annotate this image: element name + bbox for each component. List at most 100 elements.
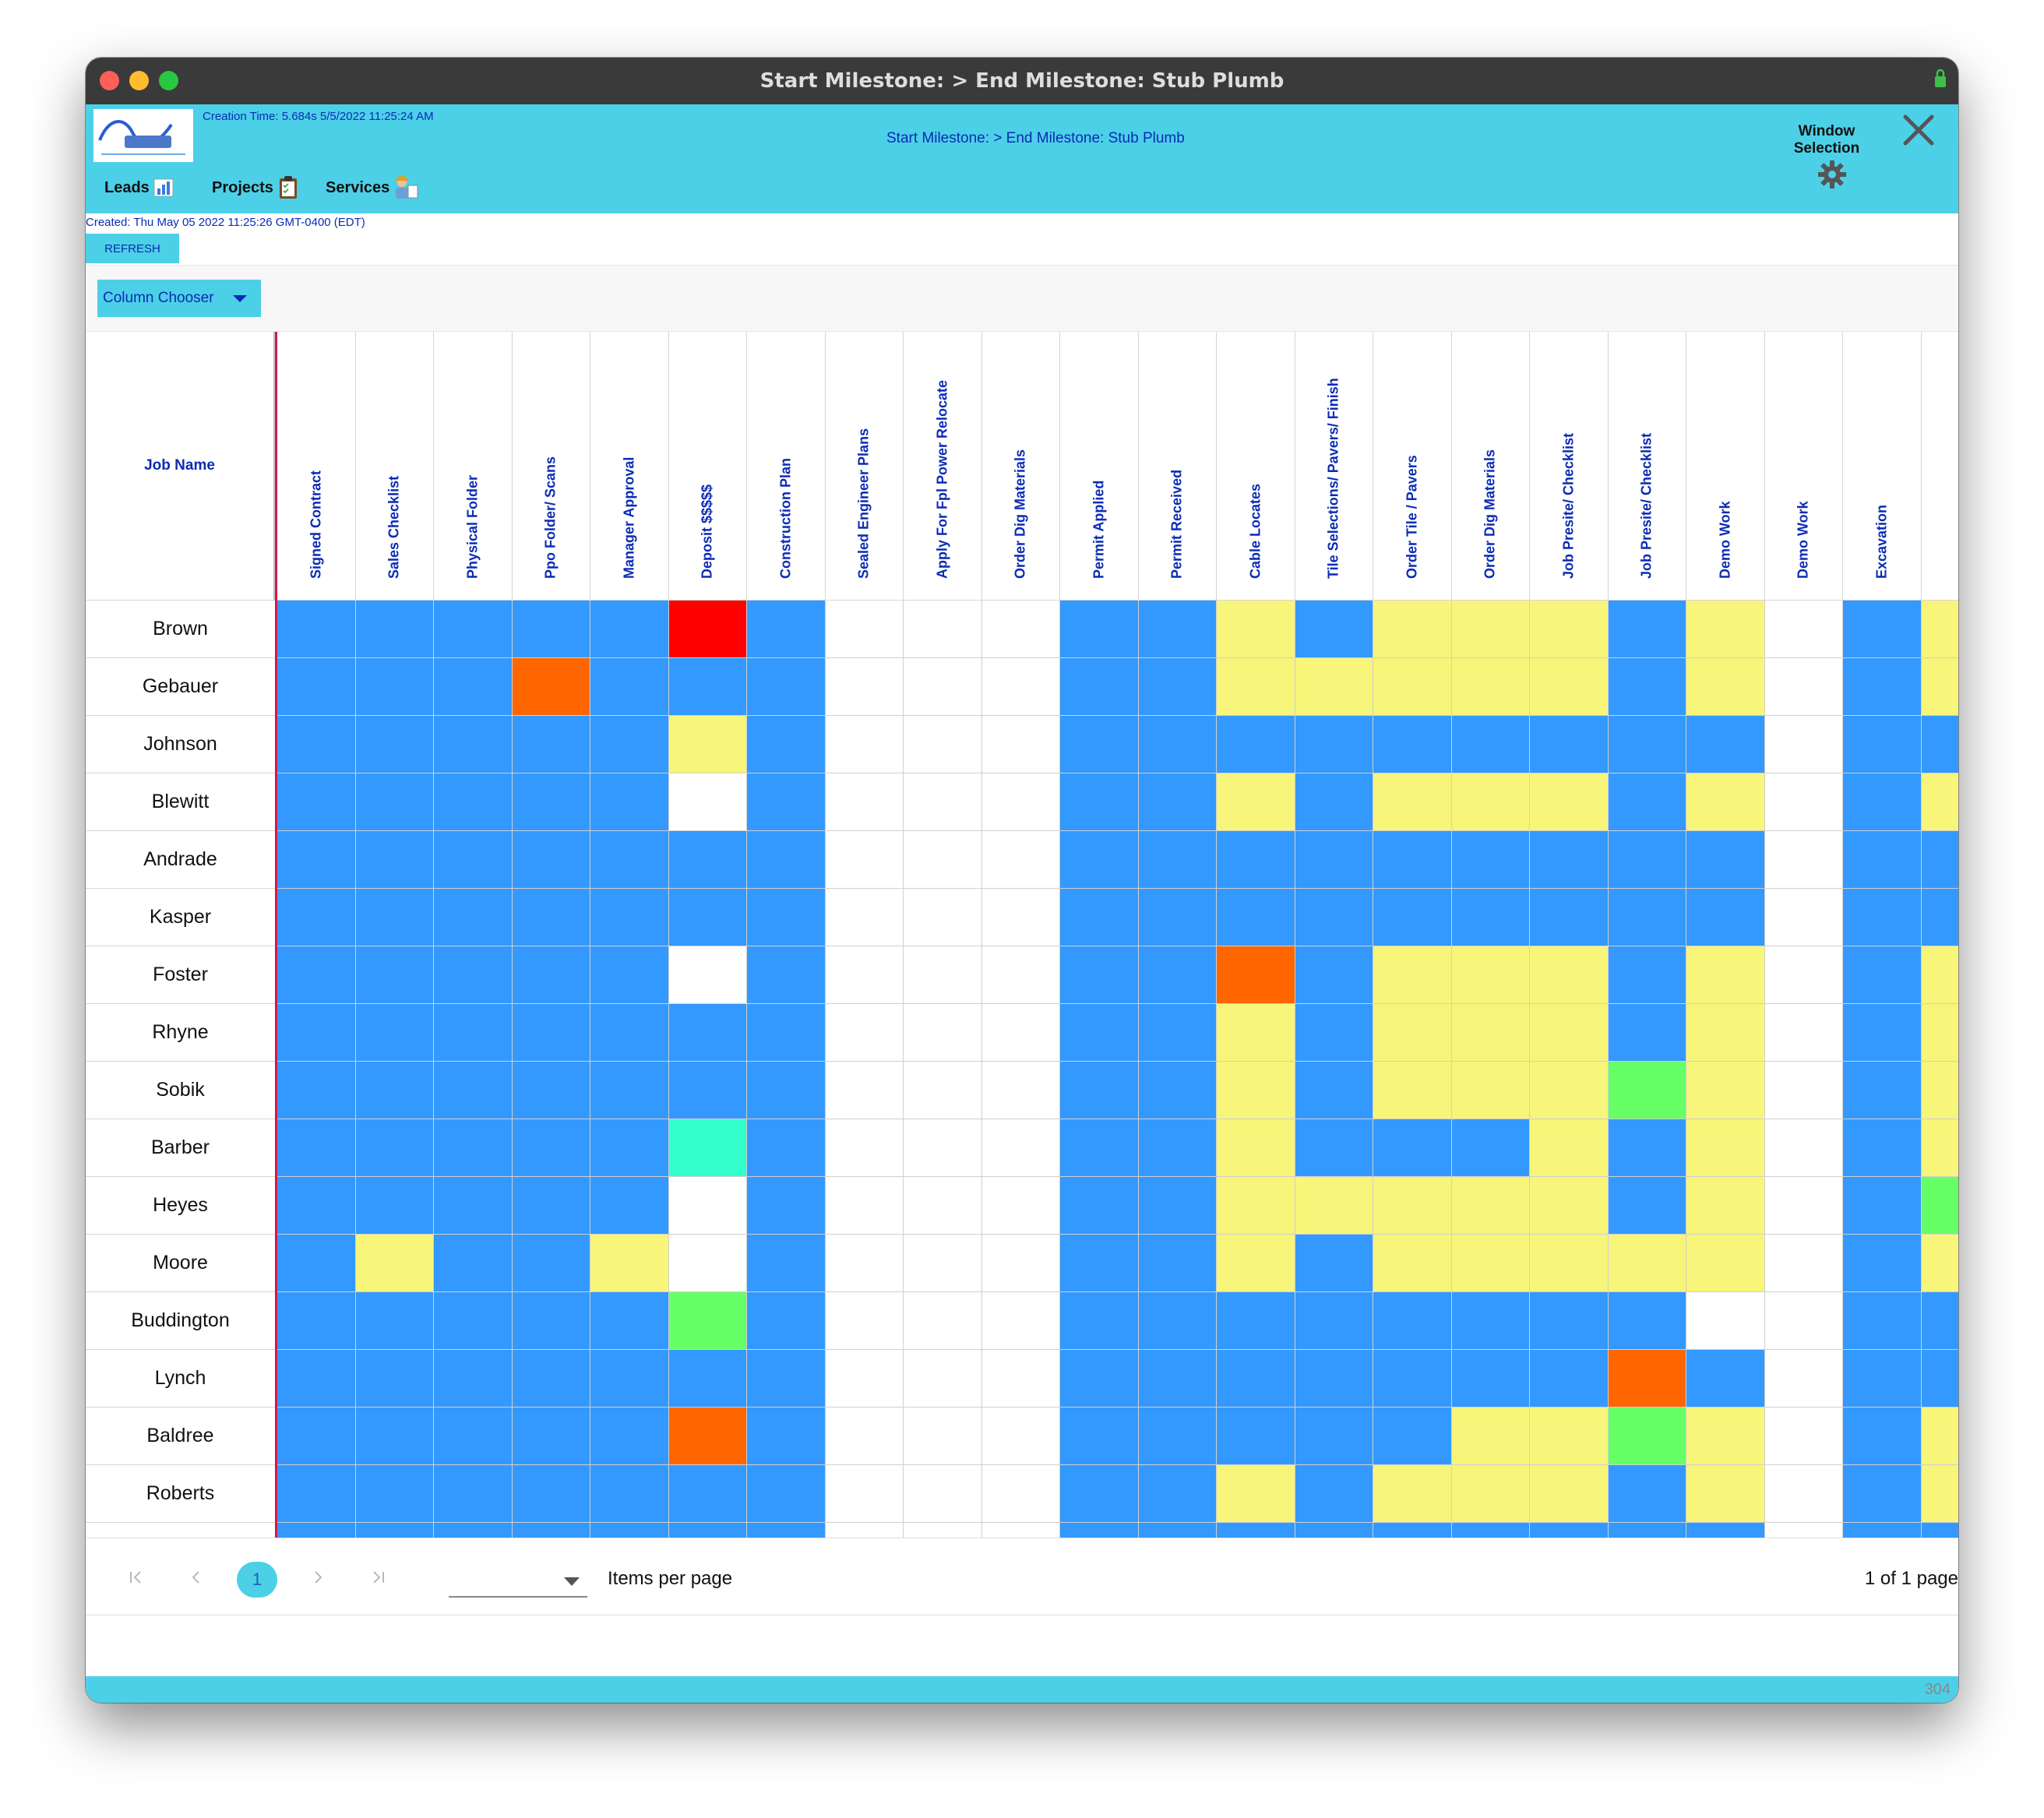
- milestone-status-cell[interactable]: [1060, 1292, 1139, 1350]
- milestone-status-cell[interactable]: [668, 601, 747, 658]
- milestone-status-cell[interactable]: [825, 601, 904, 658]
- job-name-cell[interactable]: Barber: [86, 1119, 275, 1177]
- milestone-status-cell[interactable]: [1451, 716, 1530, 773]
- milestone-status-cell[interactable]: [1530, 1292, 1609, 1350]
- milestone-status-cell[interactable]: [668, 1119, 747, 1177]
- milestone-status-cell[interactable]: [512, 601, 590, 658]
- milestone-status-cell[interactable]: [1451, 1177, 1530, 1235]
- milestone-status-cell[interactable]: [355, 601, 434, 658]
- milestone-status-cell[interactable]: [1373, 716, 1452, 773]
- job-name-cell[interactable]: Brown: [86, 601, 275, 658]
- milestone-status-cell[interactable]: [1217, 1408, 1295, 1465]
- milestone-status-cell[interactable]: [1373, 1119, 1452, 1177]
- milestone-status-cell[interactable]: [1217, 601, 1295, 658]
- job-name-cell[interactable]: Sobik: [86, 1062, 275, 1119]
- milestone-status-cell[interactable]: [590, 1177, 669, 1235]
- milestone-status-cell[interactable]: [1530, 716, 1609, 773]
- milestone-status-cell[interactable]: [1217, 1004, 1295, 1062]
- milestone-status-cell[interactable]: [434, 831, 513, 889]
- milestone-status-cell[interactable]: [355, 716, 434, 773]
- minimize-window-button[interactable]: [129, 71, 149, 90]
- maximize-window-button[interactable]: [159, 71, 178, 90]
- milestone-status-cell[interactable]: [1764, 831, 1843, 889]
- milestone-status-cell[interactable]: [1217, 889, 1295, 946]
- milestone-status-cell[interactable]: [747, 1004, 826, 1062]
- milestone-status-cell[interactable]: [590, 946, 669, 1004]
- milestone-status-cell[interactable]: [355, 1350, 434, 1408]
- milestone-status-cell[interactable]: [1060, 601, 1139, 658]
- job-name-cell[interactable]: Baldree: [86, 1408, 275, 1465]
- milestone-status-cell[interactable]: [1060, 1465, 1139, 1523]
- milestone-status-cell[interactable]: [1451, 946, 1530, 1004]
- milestone-status-cell[interactable]: [1295, 716, 1373, 773]
- milestone-status-cell[interactable]: [1921, 1062, 1958, 1119]
- milestone-status-cell[interactable]: [825, 1062, 904, 1119]
- milestone-status-cell[interactable]: [747, 1177, 826, 1235]
- milestone-status-cell[interactable]: [1843, 1523, 1922, 1538]
- milestone-status-cell[interactable]: [590, 1004, 669, 1062]
- page-button-current[interactable]: 1: [237, 1562, 277, 1598]
- milestone-status-cell[interactable]: [1843, 1408, 1922, 1465]
- milestone-status-cell[interactable]: [1608, 601, 1686, 658]
- milestone-status-cell[interactable]: [1843, 658, 1922, 716]
- milestone-status-cell[interactable]: [981, 831, 1060, 889]
- milestone-status-cell[interactable]: [512, 1350, 590, 1408]
- milestone-status-cell[interactable]: [668, 1235, 747, 1292]
- milestone-status-cell[interactable]: [1138, 601, 1217, 658]
- milestone-status-cell[interactable]: [1373, 1408, 1452, 1465]
- milestone-status-cell[interactable]: [1686, 1350, 1765, 1408]
- milestone-status-cell[interactable]: [1843, 601, 1922, 658]
- milestone-status-cell[interactable]: [1764, 1292, 1843, 1350]
- milestone-status-cell[interactable]: [668, 658, 747, 716]
- milestone-status-cell[interactable]: [904, 831, 982, 889]
- job-name-cell[interactable]: [86, 1523, 275, 1538]
- milestone-status-cell[interactable]: [747, 1465, 826, 1523]
- milestone-status-cell[interactable]: [1921, 658, 1958, 716]
- milestone-status-cell[interactable]: [434, 1465, 513, 1523]
- milestone-status-cell[interactable]: [277, 716, 356, 773]
- milestone-status-cell[interactable]: [512, 1177, 590, 1235]
- nav-services[interactable]: Services: [326, 174, 419, 201]
- milestone-status-cell[interactable]: [1138, 889, 1217, 946]
- milestone-status-cell[interactable]: [904, 1235, 982, 1292]
- milestone-status-cell[interactable]: [512, 1465, 590, 1523]
- milestone-status-cell[interactable]: [981, 1408, 1060, 1465]
- milestone-status-cell[interactable]: [1843, 889, 1922, 946]
- milestone-status-cell[interactable]: [590, 831, 669, 889]
- milestone-status-cell[interactable]: [1295, 1292, 1373, 1350]
- last-page-icon[interactable]: [369, 1568, 388, 1587]
- milestone-status-cell[interactable]: [1843, 1004, 1922, 1062]
- milestone-status-cell[interactable]: [1530, 946, 1609, 1004]
- milestone-status-cell[interactable]: [355, 1062, 434, 1119]
- milestone-status-cell[interactable]: [355, 831, 434, 889]
- column-header[interactable]: Permit Applied: [1060, 332, 1139, 601]
- column-header[interactable]: Order Tile / Pavers: [1373, 332, 1452, 601]
- milestone-status-cell[interactable]: [1295, 1062, 1373, 1119]
- milestone-status-cell[interactable]: [1608, 1408, 1686, 1465]
- milestone-status-cell[interactable]: [747, 1062, 826, 1119]
- job-name-cell[interactable]: Lynch: [86, 1350, 275, 1408]
- milestone-status-cell[interactable]: [1295, 946, 1373, 1004]
- milestone-status-cell[interactable]: [1060, 1523, 1139, 1538]
- milestone-status-cell[interactable]: [1138, 716, 1217, 773]
- milestone-status-cell[interactable]: [1451, 1408, 1530, 1465]
- milestone-status-cell[interactable]: [1217, 1523, 1295, 1538]
- milestone-status-cell[interactable]: [277, 1465, 356, 1523]
- milestone-status-cell[interactable]: [1843, 773, 1922, 831]
- milestone-status-cell[interactable]: [434, 773, 513, 831]
- milestone-status-cell[interactable]: [1295, 831, 1373, 889]
- milestone-status-cell[interactable]: [825, 1004, 904, 1062]
- milestone-status-cell[interactable]: [1295, 1119, 1373, 1177]
- milestone-status-cell[interactable]: [747, 601, 826, 658]
- milestone-status-cell[interactable]: [1138, 831, 1217, 889]
- milestone-status-cell[interactable]: [1764, 946, 1843, 1004]
- milestone-status-cell[interactable]: [747, 946, 826, 1004]
- milestone-status-cell[interactable]: [590, 1408, 669, 1465]
- milestone-status-cell[interactable]: [668, 1523, 747, 1538]
- milestone-status-cell[interactable]: [1373, 1177, 1452, 1235]
- milestone-status-cell[interactable]: [981, 1292, 1060, 1350]
- milestone-status-cell[interactable]: [434, 601, 513, 658]
- milestone-status-cell[interactable]: [1686, 1119, 1765, 1177]
- milestone-status-cell[interactable]: [1921, 1177, 1958, 1235]
- milestone-status-cell[interactable]: [1373, 831, 1452, 889]
